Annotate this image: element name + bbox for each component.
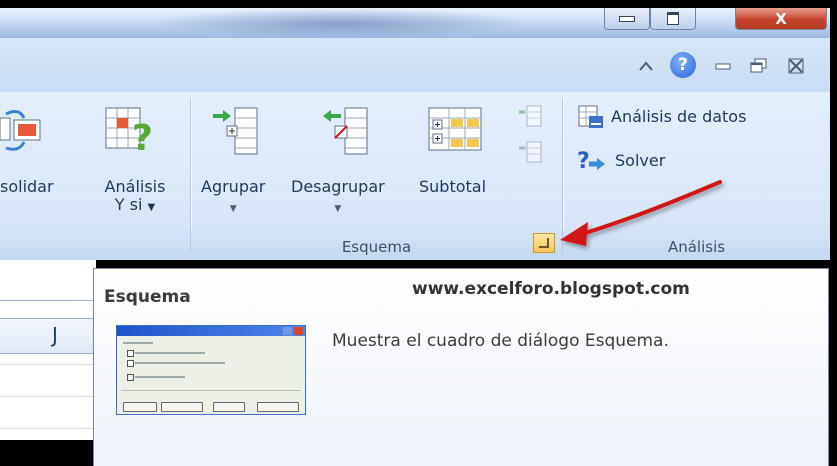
svg-text:?: ? <box>132 118 153 156</box>
solver-icon: ? <box>577 148 607 174</box>
close-icon: X <box>775 9 787 28</box>
desagrupar-button[interactable]: Desagrupar ▼ <box>291 178 385 218</box>
minimize-icon <box>619 15 635 22</box>
screentip-title: Esquema <box>104 287 191 307</box>
group-datos-tools: solidar ? Análisis Y si ▼ <box>0 92 190 260</box>
formula-bar-row[interactable] <box>0 260 96 301</box>
screentip-description: Muestra el cuadro de diálogo Esquema. <box>332 331 669 351</box>
agrupar-icon <box>211 104 261 160</box>
analisis-y-si-icon: ? <box>104 104 156 159</box>
screentip-esquema: Esquema www.excelforo.blogspot.com Muest… <box>93 268 829 466</box>
desagrupar-icon <box>321 104 371 160</box>
subtotal-button[interactable]: Subtotal <box>419 178 486 196</box>
help-icon[interactable]: ? <box>670 52 696 78</box>
screenshot-stage: X ? solidar ? Análisis Y si ▼ Agrupar ▼ … <box>0 0 837 466</box>
caret-up-icon <box>639 61 653 71</box>
chevron-down-icon: ▼ <box>147 202 156 213</box>
group-esquema: Agrupar ▼ Desagrupar ▼ Subtotal Esquema <box>191 92 562 260</box>
solver-button[interactable]: Solver <box>615 152 665 170</box>
mostrar-detalle-icon[interactable] <box>517 104 543 128</box>
agrupar-button[interactable]: Agrupar ▼ <box>201 178 265 218</box>
chevron-down-icon: ▼ <box>229 204 237 214</box>
dialog-preview-image <box>116 325 306 415</box>
watermark-url: www.excelforo.blogspot.com <box>412 279 690 299</box>
consolidar-button[interactable]: solidar <box>0 178 54 196</box>
restore-workbook-icon[interactable] <box>748 55 770 77</box>
collapse-ribbon-icon[interactable] <box>636 55 656 77</box>
close-workbook-icon[interactable] <box>785 55 807 77</box>
group-label-esquema: Esquema <box>341 238 412 256</box>
maximize-button[interactable] <box>650 8 696 30</box>
close-button[interactable]: X <box>735 8 827 30</box>
svg-text:?: ? <box>577 149 590 174</box>
analisis-de-datos-button[interactable]: Análisis de datos <box>611 108 746 126</box>
chevron-down-icon: ▼ <box>334 204 342 214</box>
consolidar-icon <box>0 108 44 152</box>
annotation-arrow-icon <box>560 180 722 246</box>
minimize-workbook-icon[interactable] <box>713 55 733 77</box>
subtotal-icon <box>427 106 483 154</box>
analisis-y-si-button[interactable]: Análisis Y si ▼ <box>96 178 174 217</box>
ribbon-tab-row: ? <box>0 38 830 92</box>
analisis-de-datos-icon <box>577 104 605 130</box>
minimize-button[interactable] <box>604 8 650 30</box>
column-header-j[interactable]: J <box>0 318 96 354</box>
window-title-bar: X <box>0 8 830 38</box>
ocultar-detalle-icon[interactable] <box>517 140 543 164</box>
maximize-icon <box>667 12 679 25</box>
